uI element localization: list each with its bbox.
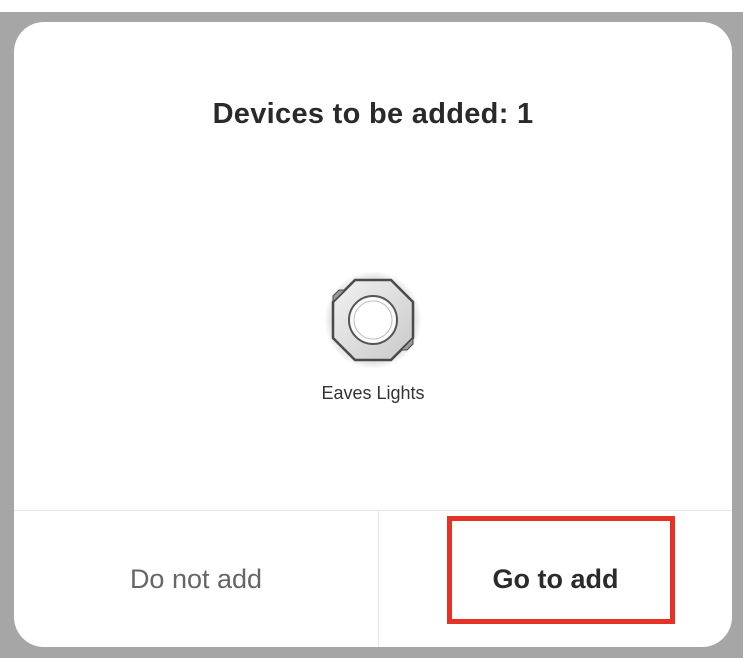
top-strip bbox=[0, 0, 743, 12]
device-item[interactable]: Eaves Lights bbox=[14, 270, 732, 404]
add-device-dialog: Devices to be added: 1 Eaves Lights Do n… bbox=[14, 22, 732, 647]
go-to-add-button[interactable]: Go to add bbox=[379, 511, 732, 647]
do-not-add-button[interactable]: Do not add bbox=[14, 511, 378, 647]
octagon-light-icon bbox=[323, 270, 423, 370]
device-label: Eaves Lights bbox=[321, 383, 425, 403]
dialog-title: Devices to be added: 1 bbox=[212, 98, 534, 130]
